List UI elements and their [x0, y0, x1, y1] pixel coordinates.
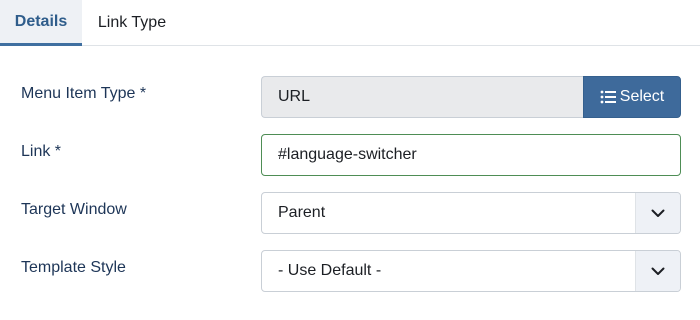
link-label: Link *: [21, 143, 62, 160]
select-menu-item-type-button[interactable]: Select: [583, 76, 681, 118]
template-style-select[interactable]: - Use Default -: [261, 250, 681, 292]
menu-item-type-group: URL Select: [261, 76, 681, 118]
target-window-value: Parent: [278, 204, 326, 221]
tab-details[interactable]: Details: [0, 0, 82, 46]
list-icon: [600, 90, 616, 104]
tab-bar: Details Link Type: [0, 0, 700, 46]
chevron-down-icon: [635, 193, 680, 233]
menu-item-edit-form: Details Link Type Menu Item Type * URL S…: [0, 0, 700, 320]
link-input[interactable]: #language-switcher: [261, 134, 681, 176]
target-window-select[interactable]: Parent: [261, 192, 681, 234]
template-style-label: Template Style: [21, 259, 126, 276]
tab-link-type[interactable]: Link Type: [82, 0, 182, 45]
menu-item-type-value: URL: [261, 76, 583, 118]
select-button-label: Select: [619, 88, 665, 105]
chevron-down-icon: [635, 251, 680, 291]
template-style-value: - Use Default -: [278, 262, 382, 279]
menu-item-type-label: Menu Item Type *: [21, 85, 147, 102]
target-window-label: Target Window: [21, 201, 127, 218]
